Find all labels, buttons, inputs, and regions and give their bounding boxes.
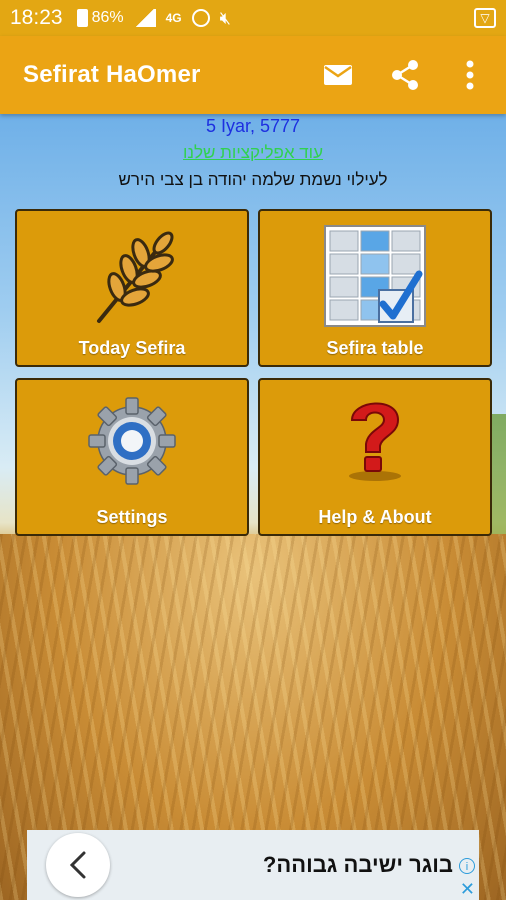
mail-icon (324, 65, 352, 85)
network-type: 4G (165, 10, 182, 25)
settings-button[interactable]: Settings (15, 378, 249, 536)
more-vert-icon (466, 60, 474, 90)
hebrew-date: 5 Iyar, 5777 (205, 116, 301, 136)
share-icon (392, 60, 418, 90)
mute-icon: 🔇︎ (219, 7, 231, 28)
gear-icon (88, 397, 176, 485)
mail-button[interactable] (316, 36, 360, 114)
app-title: Sefirat HaOmer (23, 61, 201, 88)
today-sefira-button[interactable]: Today Sefira (15, 209, 249, 367)
help-about-button[interactable]: Help & About (258, 378, 492, 536)
app-bar: Sefirat HaOmer (0, 36, 506, 114)
battery-percent: 86% (91, 9, 124, 26)
tile-label: Sefira table (326, 338, 424, 358)
more-apps-link[interactable]: עוד אפליקציות שלנו (0, 143, 506, 163)
alarm-icon (191, 9, 210, 27)
tile-label: Settings (96, 507, 168, 527)
wheat-icon (97, 231, 174, 323)
share-button[interactable] (383, 36, 427, 114)
sefira-table-button[interactable]: Sefira table (258, 209, 492, 367)
tile-label: Help & About (318, 507, 432, 527)
ad-banner[interactable]: בוגר ישיבה גבוהה? i ✕ (27, 830, 479, 900)
wifi-icon: ▽ (474, 8, 496, 28)
table-check-icon (324, 225, 426, 327)
battery-icon (76, 9, 88, 27)
ad-back-button[interactable] (46, 833, 110, 897)
ad-close-icon[interactable]: ✕ (460, 880, 475, 898)
ad-info-icon[interactable]: i (459, 858, 475, 874)
chevron-left-icon (69, 851, 86, 879)
dedication-text: לעילוי נשמת שלמה יהודה בן צבי הירש (118, 170, 388, 189)
tile-label: Today Sefira (78, 338, 186, 358)
more-options-button[interactable] (448, 36, 492, 114)
status-time: 18:23 (10, 6, 63, 29)
status-bar: 18:23 86% 4G 🔇︎ ▽ (0, 0, 506, 36)
signal-icon (133, 9, 156, 27)
ad-text: בוגר ישיבה גבוהה? (262, 852, 453, 877)
question-icon (349, 402, 401, 481)
